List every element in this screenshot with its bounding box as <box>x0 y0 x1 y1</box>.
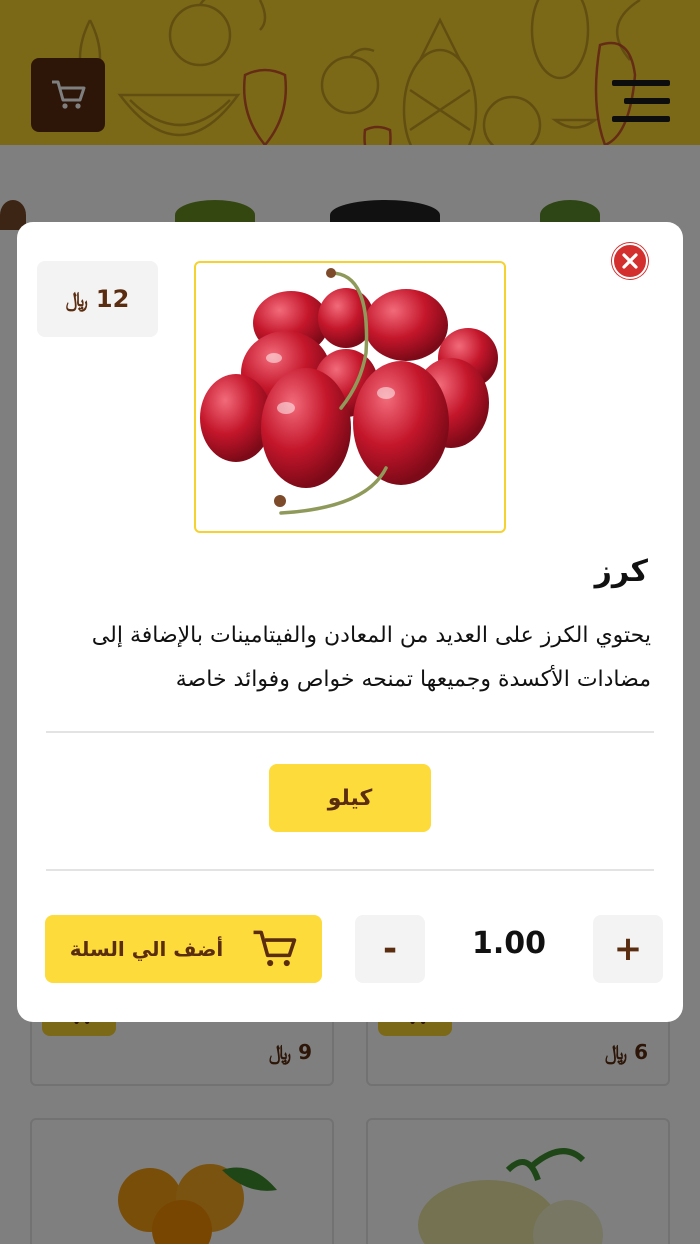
add-to-cart-label: أضف الي السلة <box>69 937 224 961</box>
close-icon <box>622 253 638 269</box>
price-badge: 12 ﷼ <box>37 261 158 337</box>
product-description: يحتوي الكرز على العديد من المعادن والفيت… <box>91 623 651 692</box>
cart-icon <box>253 930 297 967</box>
divider <box>46 869 654 871</box>
product-image <box>194 261 506 533</box>
divider <box>46 731 654 733</box>
product-name: كرز <box>594 554 648 589</box>
close-button[interactable] <box>612 243 648 279</box>
add-to-cart-button[interactable]: أضف الي السلة <box>45 915 322 983</box>
quantity-decrement-button[interactable]: - <box>355 915 425 983</box>
price-currency: ﷼ <box>65 287 88 311</box>
unit-option-kilo[interactable]: كيلو <box>269 764 431 832</box>
product-detail-modal: 12 ﷼ كرز يحتوي الكرز على العديد من المعا… <box>17 222 683 1022</box>
quantity-increment-button[interactable]: + <box>593 915 663 983</box>
cherries-image <box>200 268 498 515</box>
quantity-value: 1.00 <box>471 926 547 961</box>
price-amount: 12 <box>95 285 130 313</box>
